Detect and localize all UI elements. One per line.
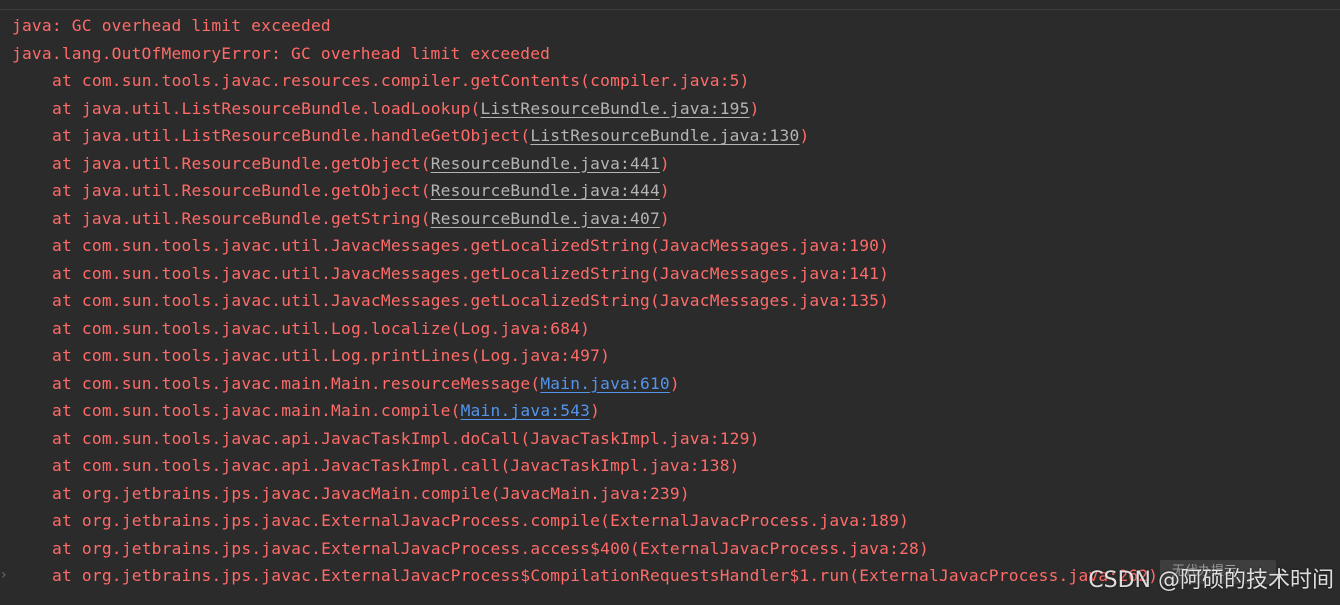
panel-top-border [0, 0, 1340, 10]
source-file-link[interactable]: ResourceBundle.java:444 [431, 181, 660, 200]
line-text: at java.util.ResourceBundle.getObject( [52, 153, 431, 173]
line-text: at com.sun.tools.javac.util.JavacMessage… [52, 236, 890, 255]
stack-frame-line: at com.sun.tools.javac.main.Main.resourc… [12, 370, 1158, 398]
line-text: at org.jetbrains.jps.javac.JavacMain.com… [52, 483, 690, 503]
stack-trace-lines: java: GC overhead limit exceeded java.lan… [12, 12, 1158, 590]
line-text: at org.jetbrains.jps.javac.ExternalJavac… [52, 538, 929, 558]
line-text: java: GC overhead limit exceeded [12, 16, 331, 35]
line-text: at com.sun.tools.javac.main.Main.resourc… [52, 373, 541, 393]
stack-frame-line: at org.jetbrains.jps.javac.ExternalJavac… [12, 507, 1158, 535]
line-text: at com.sun.tools.javac.api.JavacTaskImpl… [52, 428, 760, 448]
line-suffix: ) [799, 126, 810, 145]
line-suffix: ) [659, 153, 670, 173]
source-file-link[interactable]: ListResourceBundle.java:130 [530, 126, 799, 145]
line-text: java.lang.OutOfMemoryError: GC overhead … [12, 43, 551, 63]
stack-frame-line: at org.jetbrains.jps.javac.JavacMain.com… [12, 480, 1158, 508]
stack-frame-line: at com.sun.tools.javac.util.JavacMessage… [12, 260, 1158, 288]
stack-frame-line: at org.jetbrains.jps.javac.ExternalJavac… [12, 535, 1158, 563]
line-text: at com.sun.tools.javac.resources.compile… [52, 71, 750, 90]
stack-frame-line: at com.sun.tools.javac.util.JavacMessage… [12, 232, 1158, 260]
stack-frame-line: at java.util.ResourceBundle.getObject(Re… [12, 177, 1158, 205]
line-text: at com.sun.tools.javac.util.Log.printLin… [52, 346, 611, 365]
line-text: at java.util.ResourceBundle.getObject( [52, 181, 431, 200]
chevron-right-icon[interactable]: › [1, 566, 7, 584]
error-message-line: java.lang.OutOfMemoryError: GC overhead … [12, 40, 1158, 68]
console-output-panel[interactable]: java: GC overhead limit exceeded java.lan… [0, 0, 1340, 605]
line-text: at org.jetbrains.jps.javac.ExternalJavac… [52, 566, 1159, 585]
line-text: at java.util.ResourceBundle.getString( [52, 208, 431, 228]
line-suffix: ) [669, 373, 680, 393]
line-text: at java.util.ListResourceBundle.loadLook… [52, 98, 481, 118]
source-file-link[interactable]: ListResourceBundle.java:195 [481, 99, 750, 118]
stack-frame-line: at com.sun.tools.javac.util.Log.printLin… [12, 342, 1158, 370]
source-file-link[interactable]: Main.java:610 [540, 374, 670, 393]
error-message-line: java: GC overhead limit exceeded [12, 12, 1158, 40]
stack-frame-line: at com.sun.tools.javac.util.JavacMessage… [12, 287, 1158, 315]
stack-frame-line: at com.sun.tools.javac.main.Main.compile… [12, 397, 1158, 425]
csdn-watermark: CSDN @阿硕的技术时间 [1088, 568, 1334, 593]
stack-frame-line: at java.util.ListResourceBundle.loadLook… [12, 95, 1158, 123]
line-text: at org.jetbrains.jps.javac.ExternalJavac… [52, 511, 910, 530]
line-text: at com.sun.tools.javac.util.Log.localize… [52, 318, 591, 338]
stack-frame-line: at org.jetbrains.jps.javac.ExternalJavac… [12, 562, 1158, 590]
line-suffix: ) [749, 98, 760, 118]
stack-frame-line: at java.util.ResourceBundle.getString(Re… [12, 205, 1158, 233]
stack-frame-line: at com.sun.tools.javac.resources.compile… [12, 67, 1158, 95]
line-suffix: ) [659, 181, 670, 200]
stack-frame-line: at com.sun.tools.javac.api.JavacTaskImpl… [12, 425, 1158, 453]
line-text: at com.sun.tools.javac.util.JavacMessage… [52, 291, 890, 310]
stack-frame-line: at java.util.ListResourceBundle.handleGe… [12, 122, 1158, 150]
stack-frame-line: at com.sun.tools.javac.util.Log.localize… [12, 315, 1158, 343]
source-file-link[interactable]: Main.java:543 [461, 401, 591, 420]
line-text: at java.util.ListResourceBundle.handleGe… [52, 126, 531, 145]
source-file-link[interactable]: ResourceBundle.java:441 [431, 154, 660, 173]
line-text: at com.sun.tools.javac.main.Main.compile… [52, 401, 461, 420]
line-suffix: ) [659, 208, 670, 228]
source-file-link[interactable]: ResourceBundle.java:407 [431, 209, 660, 228]
line-text: at com.sun.tools.javac.api.JavacTaskImpl… [52, 456, 740, 475]
stack-frame-line: at java.util.ResourceBundle.getObject(Re… [12, 150, 1158, 178]
line-suffix: ) [590, 401, 601, 420]
line-text: at com.sun.tools.javac.util.JavacMessage… [52, 263, 890, 283]
stack-frame-line: at com.sun.tools.javac.api.JavacTaskImpl… [12, 452, 1158, 480]
